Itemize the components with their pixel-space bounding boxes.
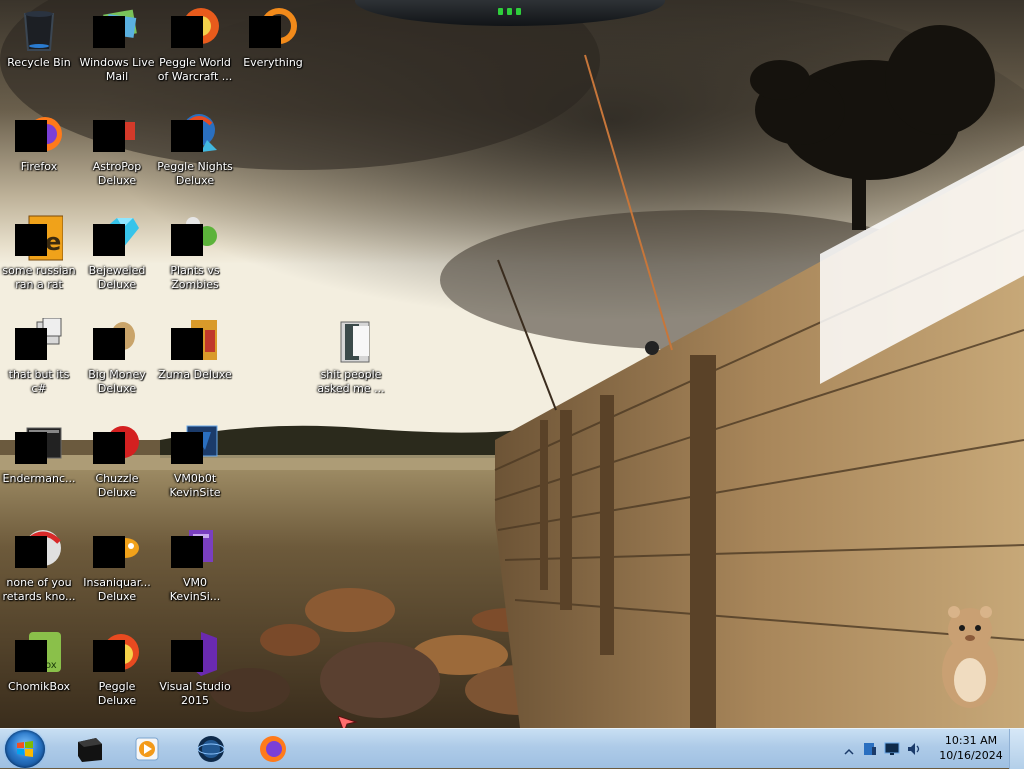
redaction-box	[15, 224, 47, 256]
redaction-box	[15, 536, 47, 568]
redaction-box	[171, 536, 203, 568]
icon-label: none of you retards kno...	[2, 576, 76, 603]
desktop-icon-pvz[interactable]: Plants vs Zombies	[156, 214, 234, 292]
icon-label: Windows Live Mail	[79, 56, 155, 83]
taskbar-pinned-firefox[interactable]	[246, 731, 302, 767]
desktop-icon-chomikbox[interactable]: ox ChomikBox	[0, 630, 78, 694]
taskbar: 10:31 AM 10/16/2024	[0, 728, 1024, 769]
redaction-box	[15, 432, 47, 464]
icon-label: VM0b0t KevinSite	[169, 472, 221, 499]
folder-icon	[340, 321, 370, 363]
desktop-icon-peggle-wow[interactable]: Peggle World of Warcraft ...	[156, 6, 234, 84]
desktop-icon-visual-studio[interactable]: Visual Studio 2015	[156, 630, 234, 708]
icon-label: Recycle Bin	[7, 56, 71, 69]
redaction-box	[171, 224, 203, 256]
desktop-icon-vm0-kevinsite[interactable]: VM0 KevinSi...	[156, 526, 234, 604]
black-box-app-icon	[78, 738, 102, 762]
desktop-icon-big-money[interactable]: $ Big Money Deluxe	[78, 318, 156, 396]
monitor-icon[interactable]	[884, 741, 900, 757]
firefox-icon	[260, 736, 286, 762]
taskbar-clock[interactable]: 10:31 AM 10/16/2024	[936, 733, 1006, 763]
taskbar-pinned-black-box-app[interactable]	[62, 731, 118, 767]
desktop-icon-astropop[interactable]: AstroPop Deluxe	[78, 110, 156, 188]
redaction-box	[15, 640, 47, 672]
desktop-icon-none-of-you[interactable]: none of you retards kno...	[0, 526, 78, 604]
globe-app-icon	[197, 736, 225, 762]
redaction-box	[15, 120, 47, 152]
desktop-icon-bejeweled[interactable]: Bejeweled Deluxe	[78, 214, 156, 292]
desktop-icon-that-but-csharp[interactable]: that but its c#	[0, 318, 78, 396]
desktop-icon-peggle-nights[interactable]: Peggle Nights Deluxe	[156, 110, 234, 188]
desktop-icon-zuma[interactable]: Zuma Deluxe	[156, 318, 234, 382]
icon-label: Everything	[243, 56, 303, 69]
icon-label: Visual Studio 2015	[159, 680, 231, 707]
desktop-icon-firefox[interactable]: Firefox	[0, 110, 78, 174]
icon-label: Big Money Deluxe	[88, 368, 146, 395]
redaction-box	[171, 16, 203, 48]
volume-icon[interactable]	[906, 741, 922, 757]
redaction-box	[171, 432, 203, 464]
redaction-box	[171, 328, 203, 360]
icon-label: Bejeweled Deluxe	[88, 264, 146, 291]
status-led	[507, 8, 512, 15]
start-button[interactable]	[5, 730, 45, 768]
redaction-box	[93, 120, 125, 152]
desktop-icon-endermanc[interactable]: Endermanc...	[0, 422, 78, 486]
redaction-box	[93, 224, 125, 256]
network-device-icon[interactable]	[862, 741, 878, 757]
status-led	[498, 8, 503, 15]
redaction-box	[171, 120, 203, 152]
recycle-bin-icon	[23, 11, 55, 51]
desktop-icon-chuzzle[interactable]: Chuzzle Deluxe	[78, 422, 156, 500]
icon-label: Peggle Nights Deluxe	[157, 160, 233, 187]
svg-text:e: e	[45, 228, 61, 256]
icon-label: AstroPop Deluxe	[92, 160, 142, 187]
icon-label: Insaniquar... Deluxe	[83, 576, 151, 603]
icon-label: some russian ran a rat	[2, 264, 76, 291]
taskbar-pinned-media-player[interactable]	[120, 731, 176, 767]
icon-label: Peggle World of Warcraft ...	[157, 56, 233, 83]
redaction-box	[93, 16, 125, 48]
redaction-box	[249, 16, 281, 48]
show-hidden-icons-arrow-icon[interactable]	[844, 742, 854, 755]
desktop-icon-insaniquarium[interactable]: Insaniquar... Deluxe	[78, 526, 156, 604]
icon-label: Peggle Deluxe	[97, 680, 137, 707]
desktop-icon-recycle-bin[interactable]: Recycle Bin	[0, 6, 78, 70]
desktop-icon-everything[interactable]: Everything	[234, 6, 312, 70]
clock-time: 10:31 AM	[944, 734, 998, 747]
redaction-box	[15, 328, 47, 360]
redaction-box	[93, 432, 125, 464]
redaction-box	[93, 328, 125, 360]
icon-label: Zuma Deluxe	[158, 368, 232, 381]
desktop-icon-vm0b0t[interactable]: VM0b0t KevinSite	[156, 422, 234, 500]
taskbar-pinned-globe-app[interactable]	[184, 731, 240, 767]
status-led	[516, 8, 521, 15]
icon-label: Firefox	[20, 160, 58, 173]
icon-label: shit people asked me ...	[317, 368, 385, 395]
windows-logo-icon	[17, 741, 33, 757]
icon-label: ChomikBox	[8, 680, 70, 693]
clock-date: 10/16/2024	[939, 749, 1003, 762]
redaction-box	[171, 640, 203, 672]
icon-label: VM0 KevinSi...	[169, 576, 221, 603]
icon-label: Plants vs Zombies	[170, 264, 220, 291]
desktop-icon-shit-people-asked[interactable]: shit people asked me ...	[312, 318, 390, 396]
icon-label: that but its c#	[8, 368, 70, 395]
system-tray: 10:31 AM 10/16/2024	[840, 729, 1024, 769]
icon-label: Endermanc...	[2, 472, 76, 485]
redaction-box	[93, 536, 125, 568]
desktop-icon-peggle-deluxe[interactable]: Peggle Deluxe	[78, 630, 156, 708]
desktop-icon-russian-rat[interactable]: e some russian ran a rat	[0, 214, 78, 292]
hamster-gadget-icon[interactable]	[930, 600, 1010, 710]
redaction-box	[93, 640, 125, 672]
media-player-icon	[135, 737, 159, 761]
icon-label: Chuzzle Deluxe	[95, 472, 139, 499]
show-desktop-button[interactable]	[1009, 729, 1024, 769]
desktop-icon-windows-live-mail[interactable]: Windows Live Mail	[78, 6, 156, 84]
